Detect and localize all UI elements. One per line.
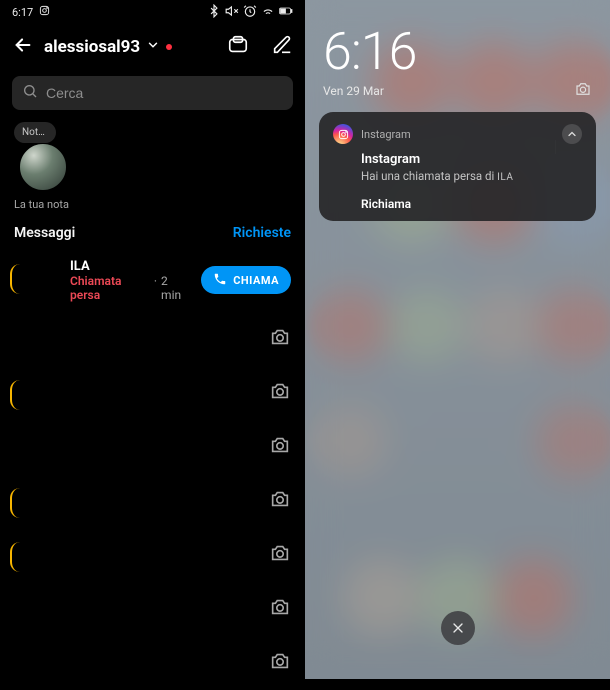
search-input[interactable] bbox=[46, 85, 283, 101]
camera-icon[interactable] bbox=[269, 380, 291, 406]
self-avatar[interactable] bbox=[18, 142, 68, 192]
lockscreen-date: Ven 29 Mar bbox=[323, 84, 384, 98]
camera-icon[interactable] bbox=[269, 434, 291, 460]
tab-requests[interactable]: Richieste bbox=[233, 225, 291, 241]
conversation-avatar bbox=[14, 536, 58, 580]
conversation-avatar bbox=[14, 258, 58, 302]
status-time: 6:17 bbox=[12, 6, 33, 19]
call-back-button[interactable]: CHIAMA bbox=[201, 266, 291, 294]
wifi-icon bbox=[261, 4, 275, 21]
camera-icon[interactable] bbox=[269, 488, 291, 514]
call-button-label: CHIAMA bbox=[233, 274, 279, 287]
conversation-row[interactable] bbox=[0, 582, 305, 636]
missed-call-label: Chiamata persa bbox=[70, 274, 150, 302]
alarm-icon bbox=[243, 4, 257, 21]
video-call-icon[interactable] bbox=[227, 34, 249, 60]
lockscreen: 6:16 Ven 29 Mar Instagram Instagram Hai … bbox=[305, 0, 610, 679]
note-label: La tua nota bbox=[14, 198, 69, 211]
camera-icon[interactable] bbox=[269, 542, 291, 568]
conversation-row[interactable] bbox=[0, 420, 305, 474]
status-bar: 6:17 bbox=[0, 0, 305, 24]
note-bubble[interactable]: Nota… bbox=[14, 122, 56, 143]
conversation-avatar bbox=[14, 482, 58, 526]
conversation-name: ILA bbox=[70, 259, 189, 274]
search-icon bbox=[22, 83, 38, 103]
lockscreen-camera-icon[interactable] bbox=[574, 80, 592, 102]
lockscreen-clock: 6:16 bbox=[323, 26, 592, 78]
notification-action-callback[interactable]: Richiama bbox=[333, 197, 582, 211]
conversation-avatar bbox=[14, 374, 58, 418]
camera-icon[interactable] bbox=[269, 650, 291, 676]
notes-tray: Nota… La tua nota bbox=[0, 120, 305, 218]
battery-icon bbox=[279, 4, 293, 21]
search-field[interactable] bbox=[12, 76, 293, 110]
instagram-status-icon bbox=[39, 5, 50, 19]
dm-tabs: Messaggi Richieste bbox=[0, 218, 305, 248]
conversation-time: 2 min bbox=[161, 274, 189, 302]
time-separator: · bbox=[154, 274, 157, 288]
tab-messages[interactable]: Messaggi bbox=[14, 225, 75, 241]
phone-icon bbox=[213, 272, 227, 289]
dm-topbar: alessiosal93 bbox=[0, 24, 305, 70]
chevron-down-icon bbox=[146, 37, 160, 57]
compose-icon[interactable] bbox=[271, 34, 293, 60]
mute-icon bbox=[225, 4, 239, 21]
conversation-row[interactable]: ILA Chiamata persa · 2 min CHIAMA bbox=[0, 248, 305, 312]
notification-card[interactable]: Instagram Instagram Hai una chiamata per… bbox=[319, 112, 596, 221]
conversation-row[interactable] bbox=[0, 636, 305, 690]
instagram-dm-screen: 6:17 alessiosal93 bbox=[0, 0, 305, 679]
notification-app-name: Instagram bbox=[361, 128, 411, 141]
conversation-row[interactable] bbox=[0, 528, 305, 582]
account-switcher[interactable]: alessiosal93 bbox=[44, 37, 172, 57]
conversation-row[interactable] bbox=[0, 312, 305, 366]
camera-icon[interactable] bbox=[269, 326, 291, 352]
bluetooth-icon bbox=[207, 4, 221, 21]
conversation-row[interactable] bbox=[0, 366, 305, 420]
collapse-notification-button[interactable] bbox=[562, 124, 582, 144]
unread-dot bbox=[166, 44, 172, 50]
notification-body: Hai una chiamata persa di ILA bbox=[333, 169, 582, 183]
conversation-row[interactable] bbox=[0, 474, 305, 528]
back-arrow-icon[interactable] bbox=[12, 34, 34, 60]
notification-title: Instagram bbox=[333, 152, 582, 167]
username-label: alessiosal93 bbox=[44, 37, 140, 57]
camera-icon[interactable] bbox=[269, 596, 291, 622]
dismiss-notifications-button[interactable] bbox=[441, 611, 475, 645]
instagram-app-icon bbox=[333, 124, 353, 144]
